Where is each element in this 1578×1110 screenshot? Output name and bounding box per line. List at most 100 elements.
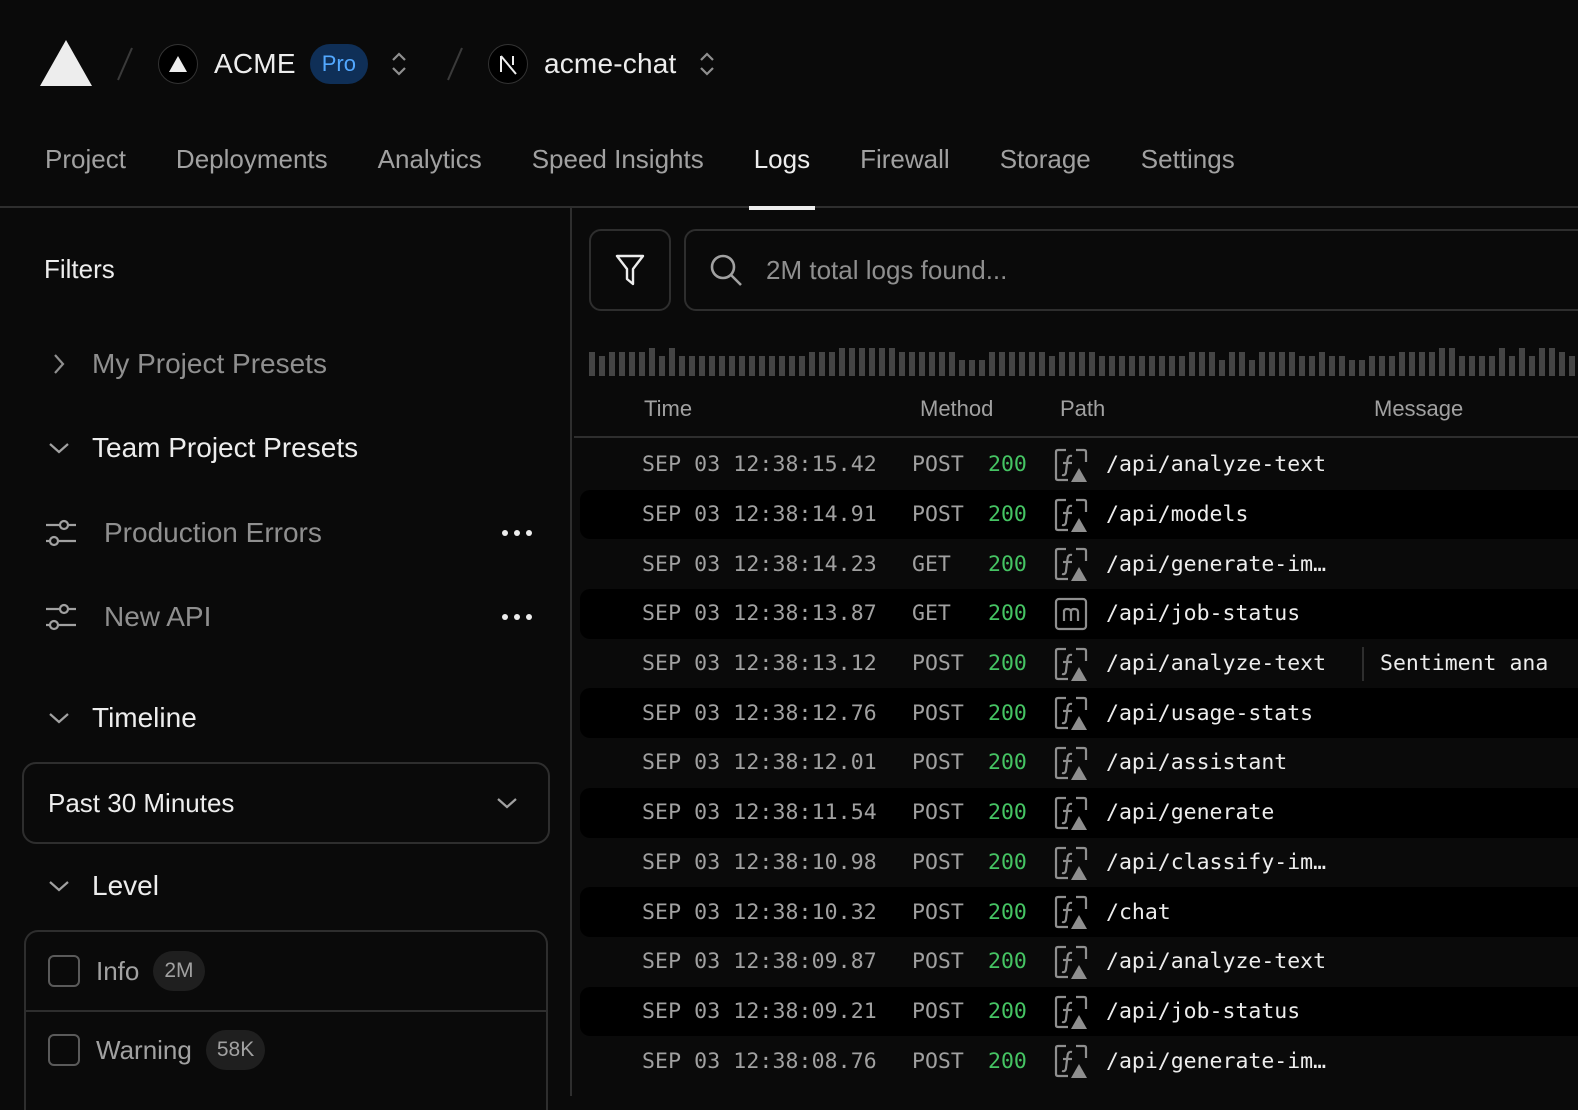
project-switcher-icon[interactable] [696,49,718,79]
histogram-bar[interactable] [1359,360,1365,376]
histogram-bar[interactable] [979,360,985,376]
histogram-bar[interactable] [1189,352,1195,376]
toggle-filters-button[interactable] [589,229,671,311]
project-avatar[interactable] [487,44,528,84]
log-row[interactable]: SEP 03 12:38:14.23 GET 200/api/generate-im… [580,539,1578,589]
histogram-bar[interactable] [819,352,825,376]
histogram-bar[interactable] [829,352,835,376]
tab-deployments[interactable]: Deployments [176,128,328,208]
histogram-bar[interactable] [1139,356,1145,376]
histogram-bar[interactable] [1349,360,1355,376]
timeline-select[interactable]: Past 30 Minutes [22,762,550,844]
histogram-bar[interactable] [1169,356,1175,376]
histogram-bar[interactable] [989,352,995,376]
histogram-bar[interactable] [1059,352,1065,376]
histogram-bar[interactable] [769,356,775,376]
histogram-bar[interactable] [929,352,935,376]
histogram-bar[interactable] [1009,352,1015,376]
histogram-bar[interactable] [909,352,915,376]
level-option-warning[interactable]: Warning 58K [26,1010,546,1088]
histogram-bar[interactable] [1379,356,1385,376]
level-toggle[interactable]: Level [44,870,159,902]
histogram-bar[interactable] [1159,356,1165,376]
histogram-bar[interactable] [809,352,815,376]
histogram-bar[interactable] [739,356,745,376]
histogram-bar[interactable] [1129,356,1135,376]
histogram-bar[interactable] [1499,348,1505,376]
column-message[interactable]: Message [1374,396,1463,422]
histogram-bar[interactable] [1099,356,1105,376]
histogram-bar[interactable] [1209,352,1215,376]
histogram-bar[interactable] [999,352,1005,376]
histogram-bar[interactable] [1529,356,1535,376]
histogram-bar[interactable] [1439,348,1445,376]
histogram-bar[interactable] [1309,356,1315,376]
histogram-bar[interactable] [1339,356,1345,376]
histogram-bar[interactable] [639,352,645,376]
histogram-bar[interactable] [1259,352,1265,376]
histogram-bar[interactable] [1429,352,1435,376]
histogram-bar[interactable] [689,356,695,376]
histogram-bar[interactable] [1039,352,1045,376]
histogram-bar[interactable] [679,356,685,376]
histogram-bar[interactable] [1479,356,1485,376]
histogram-bar[interactable] [799,356,805,376]
preset-production-errors[interactable]: Production Errors [44,508,534,558]
histogram-bar[interactable] [1079,352,1085,376]
histogram-bar[interactable] [1149,356,1155,376]
histogram-bar[interactable] [1089,352,1095,376]
histogram-bar[interactable] [1419,352,1425,376]
team-avatar[interactable] [158,44,198,84]
histogram-bar[interactable] [869,348,875,376]
histogram-bar[interactable] [1029,352,1035,376]
histogram-bar[interactable] [1569,356,1575,376]
histogram-bar[interactable] [1279,352,1285,376]
tab-speed-insights[interactable]: Speed Insights [532,128,704,208]
histogram-bar[interactable] [749,356,755,376]
more-options-icon[interactable] [500,612,534,622]
histogram-bar[interactable] [1409,352,1415,376]
team-project-presets-toggle[interactable]: Team Project Presets [44,432,358,464]
histogram-bar[interactable] [1299,356,1305,376]
column-method[interactable]: Method [920,396,993,422]
histogram-bar[interactable] [889,348,895,376]
column-path[interactable]: Path [1060,396,1105,422]
histogram-bar[interactable] [1549,348,1555,376]
histogram-bar[interactable] [1229,352,1235,376]
team-name[interactable]: ACME [214,48,296,80]
histogram-bar[interactable] [1559,352,1565,376]
log-row[interactable]: SEP 03 12:38:08.76 POST 200/api/generate-i… [580,1036,1578,1086]
log-row[interactable]: SEP 03 12:38:10.98 POST 200/api/classify-i… [580,838,1578,888]
log-row[interactable]: SEP 03 12:38:14.91 POST 200/api/models [580,489,1578,540]
tab-storage[interactable]: Storage [1000,128,1091,208]
histogram-bar[interactable] [729,356,735,376]
histogram-bar[interactable] [1289,352,1295,376]
histogram-bar[interactable] [1179,356,1185,376]
tab-analytics[interactable]: Analytics [378,128,482,208]
histogram-bar[interactable] [959,360,965,376]
histogram-bar[interactable] [1469,356,1475,376]
histogram-bar[interactable] [1239,352,1245,376]
log-row[interactable]: SEP 03 12:38:13.12 POST 200/api/analyze-te… [580,639,1578,689]
histogram-bar[interactable] [1319,352,1325,376]
histogram-bar[interactable] [669,348,675,376]
histogram-bar[interactable] [629,352,635,376]
histogram-bar[interactable] [1069,352,1075,376]
log-row[interactable]: SEP 03 12:38:09.21 POST 200/api/job-status [580,986,1578,1037]
preset-new-api[interactable]: New API [44,592,534,642]
histogram-bar[interactable] [699,356,705,376]
histogram-bar[interactable] [649,348,655,376]
histogram-bar[interactable] [879,348,885,376]
histogram-bar[interactable] [919,352,925,376]
histogram-bar[interactable] [719,356,725,376]
histogram-bar[interactable] [939,352,945,376]
histogram-bar[interactable] [759,356,765,376]
histogram-bar[interactable] [659,356,665,376]
histogram-bar[interactable] [1199,352,1205,376]
team-switcher-icon[interactable] [388,49,410,79]
warning-checkbox[interactable] [48,1034,80,1066]
log-search[interactable] [684,229,1578,311]
histogram-bar[interactable] [599,356,605,376]
log-volume-histogram[interactable] [589,336,1578,376]
histogram-bar[interactable] [1399,352,1405,376]
